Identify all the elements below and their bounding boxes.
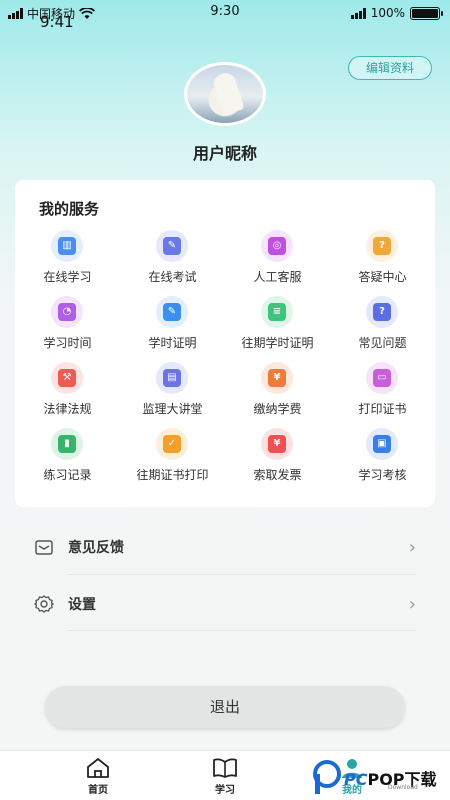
printer-icon: ▭	[366, 362, 398, 394]
chevron-right-icon: ›	[408, 594, 416, 615]
service-item[interactable]: ? 答疑中心	[330, 228, 435, 288]
service-label: 人工客服	[253, 270, 302, 284]
home-icon	[87, 758, 109, 778]
service-label: 法律法规	[43, 402, 92, 416]
gavel-icon: ⚒	[51, 362, 83, 394]
service-label: 练习记录	[43, 468, 92, 482]
tab-home-label: 首页	[88, 785, 108, 796]
status-right: 100%	[350, 6, 443, 20]
feedback-row[interactable]: 意见反馈 ›	[34, 519, 416, 575]
services-title: 我的服务	[39, 200, 100, 218]
assessment-icon: ▣	[366, 428, 398, 460]
service-label: 学习时间	[43, 336, 92, 350]
service-item[interactable]: ¥ 索取发票	[225, 426, 330, 486]
exam-icon: ✎	[156, 230, 188, 262]
lecture-icon: ▤	[156, 362, 188, 394]
qa-icon: ?	[366, 230, 398, 262]
headset-icon: ◎	[261, 230, 293, 262]
service-label: 学习考核	[358, 468, 407, 482]
status-bar: 中国移动 9:41 9:30 100%	[0, 0, 450, 31]
service-label: 在线学习	[43, 270, 92, 284]
tab-study-label: 学习	[215, 785, 235, 796]
edit-profile-button[interactable]: 编辑资料	[348, 56, 432, 80]
service-item[interactable]: ▤ 监理大讲堂	[120, 360, 225, 420]
service-label: 索取发票	[253, 468, 302, 482]
service-label: 打印证书	[358, 402, 407, 416]
service-item[interactable]: ⚒ 法律法规	[15, 360, 120, 420]
service-label: 缴纳学费	[253, 402, 302, 416]
gear-icon	[34, 595, 54, 613]
menu-divider	[68, 630, 416, 631]
service-item[interactable]: ◎ 人工客服	[225, 228, 330, 288]
avatar[interactable]	[184, 62, 266, 126]
record-icon: ▮	[51, 428, 83, 460]
cell-signal-icon	[350, 7, 366, 19]
service-item[interactable]: ▥ 在线学习	[15, 228, 120, 288]
service-item[interactable]: ¥ 缴纳学费	[225, 360, 330, 420]
service-item[interactable]: ✎ 在线考试	[120, 228, 225, 288]
certificate-print-icon: ✓	[156, 428, 188, 460]
settings-row[interactable]: 设置 ›	[34, 576, 416, 632]
book-icon: ▥	[51, 230, 83, 262]
service-item[interactable]: ▮ 练习记录	[15, 426, 120, 486]
watermark-sub: Download	[388, 784, 418, 791]
service-item[interactable]: ▭ 打印证书	[330, 360, 435, 420]
invoice-icon: ¥	[261, 428, 293, 460]
service-item[interactable]: ≡ 往期学时证明	[225, 294, 330, 354]
service-label: 答疑中心	[358, 270, 407, 284]
pcpop-logo-icon	[313, 760, 341, 794]
tab-study[interactable]: 学习	[185, 757, 265, 796]
payment-icon: ¥	[261, 362, 293, 394]
service-item[interactable]: ? 常见问题	[330, 294, 435, 354]
certificate-edit-icon: ✎	[156, 296, 188, 328]
pcpop-watermark: PCPOP下载 Download	[312, 758, 450, 798]
service-item[interactable]: ▣ 学习考核	[330, 426, 435, 486]
service-item[interactable]: ✎ 学时证明	[120, 294, 225, 354]
settings-label: 设置	[68, 597, 96, 613]
service-label: 往期证书打印	[136, 468, 209, 482]
chevron-right-icon: ›	[408, 537, 416, 558]
service-label: 往期学时证明	[241, 336, 314, 350]
service-label: 常见问题	[358, 336, 407, 350]
battery-icon	[410, 6, 443, 20]
service-label: 学时证明	[148, 336, 197, 350]
service-label: 监理大讲堂	[142, 402, 203, 416]
tab-home[interactable]: 首页	[58, 757, 138, 796]
service-label: 在线考试	[148, 270, 197, 284]
open-book-icon	[213, 758, 237, 778]
logout-button[interactable]: 退出	[45, 686, 405, 728]
question-icon: ?	[366, 296, 398, 328]
service-item[interactable]: ✓ 往期证书打印	[120, 426, 225, 486]
document-icon: ≡	[261, 296, 293, 328]
clock-icon: ◔	[51, 296, 83, 328]
services-card: 我的服务 ▥ 在线学习 ✎ 在线考试 ◎ 人工客服? 答疑中心 ◔ 学习时间 ✎ 学时证明 ≡ 往期学时…	[15, 180, 435, 507]
avatar-figure	[211, 70, 245, 116]
menu-divider	[68, 574, 416, 575]
service-item[interactable]: ◔ 学习时间	[15, 294, 120, 354]
battery-percent: 100%	[370, 6, 405, 20]
user-nickname: 用户昵称	[192, 144, 257, 163]
feedback-envelope-icon	[35, 540, 53, 555]
feedback-label: 意见反馈	[68, 540, 124, 556]
